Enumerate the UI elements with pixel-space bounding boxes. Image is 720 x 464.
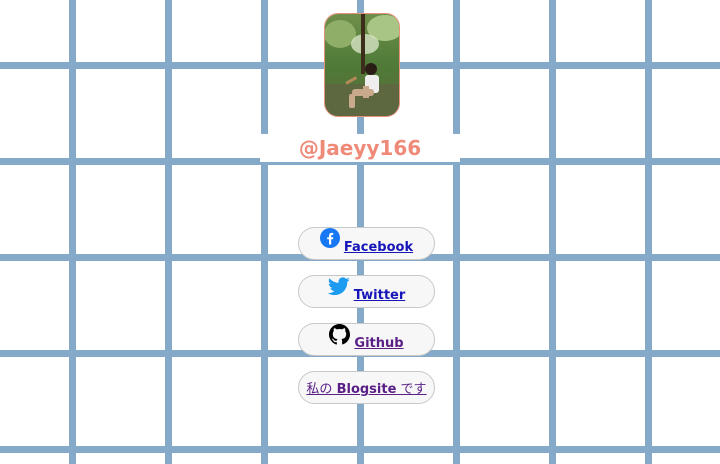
github-link-label[interactable]: Github	[354, 336, 403, 351]
github-icon	[329, 323, 351, 350]
profile-handle: @Jaeyy166	[260, 134, 460, 162]
blogsite-prefix: 私の	[306, 382, 333, 397]
twitter-link-button[interactable]: Twitter	[298, 275, 435, 308]
avatar	[324, 13, 400, 117]
facebook-link-button[interactable]: Facebook	[298, 227, 435, 260]
blogsite-link-button[interactable]: 私の Blogsite です	[298, 371, 435, 404]
facebook-icon	[319, 228, 340, 253]
twitter-icon	[327, 276, 350, 301]
blogsite-suffix: です	[400, 382, 427, 397]
twitter-link-label[interactable]: Twitter	[354, 288, 406, 303]
blogsite-name: Blogsite	[336, 382, 397, 397]
blogsite-link-label[interactable]: 私の Blogsite です	[306, 378, 426, 397]
facebook-link-label[interactable]: Facebook	[344, 240, 413, 255]
github-link-button[interactable]: Github	[298, 323, 435, 356]
